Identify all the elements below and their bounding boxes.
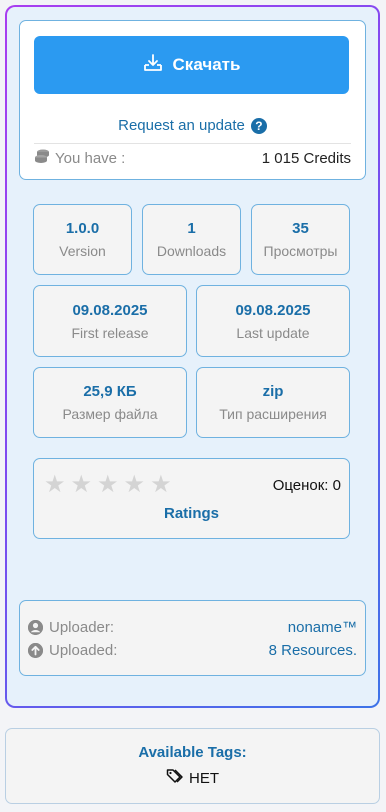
stat-value: 25,9 КБ: [83, 383, 137, 400]
stat-version: 1.0.0 Version: [33, 204, 132, 275]
stat-value: 09.08.2025: [72, 301, 148, 319]
stat-value: 1: [187, 220, 196, 237]
coins-icon: [34, 148, 50, 168]
resource-sidebar-frame: Скачать Request an update ? You have: 1…: [5, 5, 380, 708]
stat-last-update: 09.08.2025 Last update: [196, 285, 350, 357]
stat-value: 1.0.0: [65, 220, 100, 237]
star-rating[interactable]: ★ ★ ★ ★ ★: [44, 473, 172, 497]
download-button[interactable]: Скачать: [34, 36, 349, 94]
request-update-link[interactable]: Request an update ?: [20, 117, 365, 134]
download-tray-icon: [143, 53, 163, 78]
uploader-label: Uploader:: [49, 619, 115, 636]
ratings-link[interactable]: Ratings: [34, 505, 349, 522]
stat-label: Downloads: [156, 243, 227, 259]
uploader-card: Uploader: noname™ Uploaded: 8 Resources.: [19, 600, 366, 676]
uploader-label-group: Uploader:: [28, 619, 114, 636]
ratings-card: ★ ★ ★ ★ ★ Оценок: 0 Ratings: [33, 458, 350, 539]
tags-title: Available Tags:: [138, 744, 247, 761]
stat-label: First release: [71, 324, 149, 341]
uploaded-label: Uploaded:: [49, 642, 118, 659]
star-icon[interactable]: ★: [97, 473, 119, 497]
stat-value: 35: [292, 220, 309, 237]
request-update-label: Request an update: [118, 117, 245, 134]
star-icon[interactable]: ★: [124, 473, 146, 497]
tags-row: НЕТ: [166, 768, 219, 788]
download-button-label: Скачать: [172, 55, 241, 74]
stat-value: zip: [262, 383, 284, 400]
stat-label: Размер файла: [62, 406, 158, 422]
stat-label: Version: [59, 243, 106, 259]
uploader-name-link[interactable]: noname™: [288, 619, 357, 636]
stat-label: Last update: [236, 324, 310, 341]
user-circle-icon: [28, 620, 43, 635]
credits-label-group: You have :: [34, 148, 125, 168]
stat-file-size: 25,9 КБ Размер файла: [33, 367, 187, 438]
stat-views: 35 Просмотры: [251, 204, 350, 275]
stat-first-release: 09.08.2025 First release: [33, 285, 187, 357]
uploader-row: Uploader: noname™: [28, 619, 357, 636]
download-card: Скачать Request an update ? You have: 1…: [19, 20, 366, 180]
star-icon[interactable]: ★: [44, 473, 66, 497]
credits-label: You have :: [55, 149, 126, 167]
star-icon[interactable]: ★: [71, 473, 93, 497]
resource-sidebar: Скачать Request an update ? You have: 1…: [7, 7, 378, 706]
credits-row: You have : 1 015 Credits: [34, 143, 351, 168]
stat-label: Просмотры: [263, 243, 338, 259]
star-icon[interactable]: ★: [150, 473, 172, 497]
tags-card: Available Tags: НЕТ: [5, 728, 380, 804]
tags-icon: [166, 768, 184, 788]
stat-downloads: 1 Downloads: [142, 204, 241, 275]
upload-circle-icon: [28, 643, 43, 658]
credits-value: 1 015 Credits: [261, 149, 351, 167]
question-circle-icon[interactable]: ?: [250, 117, 267, 134]
uploaded-label-group: Uploaded:: [28, 642, 117, 659]
tag-value[interactable]: НЕТ: [189, 770, 219, 787]
rating-count: Оценок: 0: [272, 477, 341, 494]
stat-value: 09.08.2025: [235, 301, 311, 319]
uploaded-resources-link[interactable]: 8 Resources.: [269, 642, 357, 659]
stat-file-type: zip Тип расширения: [196, 367, 350, 438]
uploaded-row: Uploaded: 8 Resources.: [28, 642, 357, 659]
stat-label: Тип расширения: [219, 406, 327, 422]
